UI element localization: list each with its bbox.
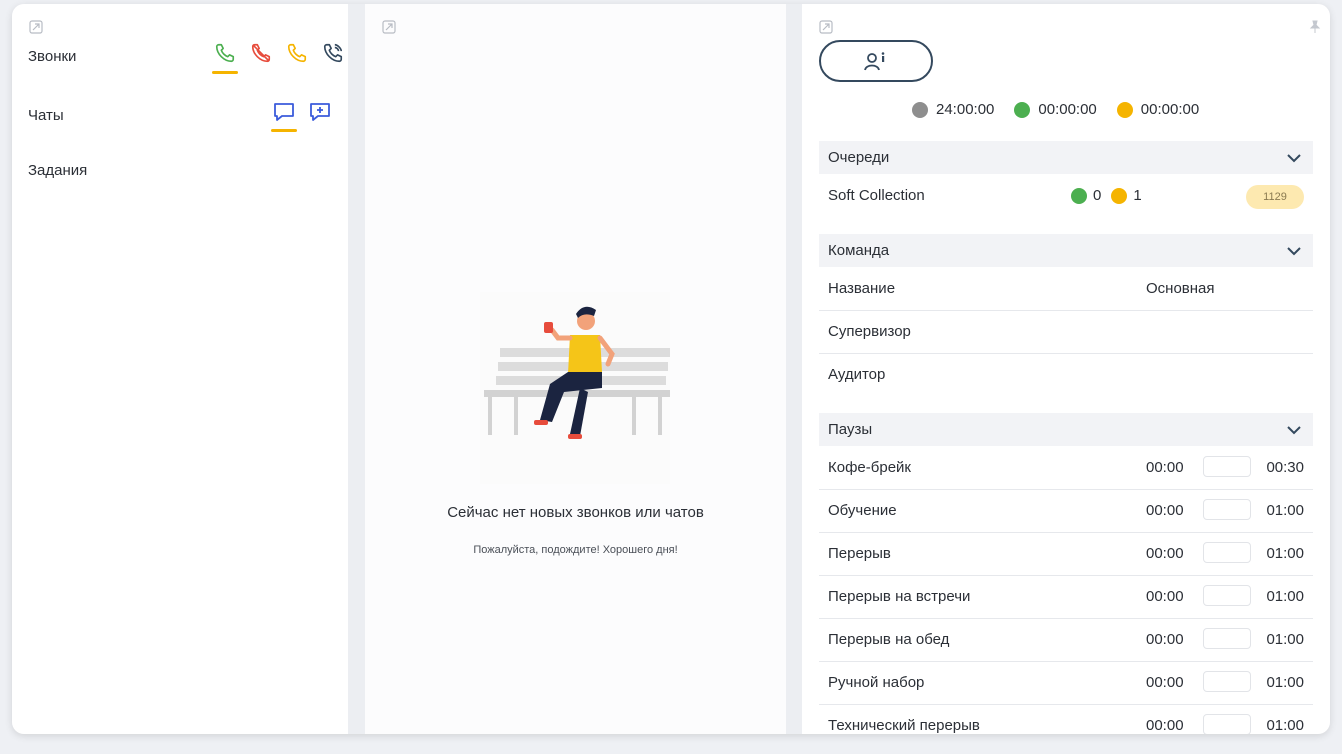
chevron-down-icon[interactable] xyxy=(1287,153,1301,163)
pause-name: Перерыв xyxy=(828,545,891,562)
queues-section-header[interactable]: Очереди xyxy=(819,141,1313,174)
pause-elapsed: 00:00 xyxy=(1146,459,1184,476)
queue-yellow-count: 1 xyxy=(1133,187,1142,204)
queue-counts: 0 1 xyxy=(1071,187,1142,204)
call-waiting-icon[interactable] xyxy=(284,42,310,70)
section-title: Паузы xyxy=(828,421,873,438)
calls-label[interactable]: Звонки xyxy=(28,48,76,65)
chevron-down-icon[interactable] xyxy=(1287,425,1301,435)
status-dot-green xyxy=(1014,101,1031,118)
pause-progress xyxy=(1203,456,1251,477)
pause-elapsed: 00:00 xyxy=(1146,631,1184,648)
pause-elapsed: 00:00 xyxy=(1146,717,1184,734)
team-row: Супервизор xyxy=(819,311,1313,354)
pause-progress xyxy=(1203,628,1251,649)
pause-row[interactable]: Технический перерыв 00:00 01:00 xyxy=(819,705,1313,734)
status-timers: 24:00:00 00:00:00 00:00:00 xyxy=(912,101,1199,118)
pause-name: Технический перерыв xyxy=(828,717,980,734)
pause-limit: 01:00 xyxy=(1266,674,1304,691)
queue-badge: 1129 xyxy=(1246,185,1304,209)
pause-name: Перерыв на обед xyxy=(828,631,950,648)
pause-row[interactable]: Перерыв 00:00 01:00 xyxy=(819,533,1313,576)
operator-status-button[interactable] xyxy=(819,40,933,82)
operator-info-icon xyxy=(864,52,885,71)
call-missed-icon[interactable] xyxy=(248,42,274,70)
queue-name: Soft Collection xyxy=(828,187,925,204)
team-field-value: Основная xyxy=(1146,280,1215,297)
timer-value: 00:00:00 xyxy=(1140,101,1200,118)
chats-icon-group xyxy=(271,100,333,132)
pause-name: Обучение xyxy=(828,502,897,519)
communications-panel: Звонки Чаты Задания xyxy=(12,4,348,734)
section-title: Очереди xyxy=(828,149,890,166)
pause-row[interactable]: Перерыв на встречи 00:00 01:00 xyxy=(819,576,1313,619)
pause-name: Ручной набор xyxy=(828,674,925,691)
pause-progress xyxy=(1203,585,1251,606)
pause-elapsed: 00:00 xyxy=(1146,674,1184,691)
section-title: Команда xyxy=(828,242,890,259)
calls-icon-group xyxy=(212,42,346,74)
conversation-panel: Сейчас нет новых звонков или чатов Пожал… xyxy=(365,4,786,734)
pause-progress xyxy=(1203,499,1251,520)
pauses-section-header[interactable]: Паузы xyxy=(819,413,1313,446)
timer-ready: 00:00:00 xyxy=(1014,101,1097,118)
pause-progress xyxy=(1203,714,1251,734)
pause-limit: 00:30 xyxy=(1266,459,1304,476)
queue-row: Soft Collection 0 1 1129 xyxy=(819,175,1313,218)
pause-progress xyxy=(1203,542,1251,563)
pause-row[interactable]: Обучение 00:00 01:00 xyxy=(819,490,1313,533)
empty-state-subtitle: Пожалуйста, подождите! Хорошего дня! xyxy=(473,544,678,556)
expand-icon[interactable] xyxy=(29,20,43,34)
chevron-down-icon[interactable] xyxy=(1287,246,1301,256)
queue-green-count: 0 xyxy=(1093,187,1102,204)
team-field-label: Супервизор xyxy=(828,323,911,340)
team-field-label: Аудитор xyxy=(828,366,886,383)
timer-busy: 00:00:00 xyxy=(1116,101,1200,118)
status-dot-green xyxy=(1071,187,1087,204)
pause-elapsed: 00:00 xyxy=(1146,502,1184,519)
app-window: Звонки Чаты Задания Сейчас нет новых зво… xyxy=(12,4,1330,734)
new-chat-icon[interactable] xyxy=(307,100,333,128)
call-incoming-icon[interactable] xyxy=(212,42,238,74)
waiting-illustration xyxy=(480,292,670,484)
team-row: Аудитор xyxy=(819,354,1313,397)
timer-value: 00:00:00 xyxy=(1038,101,1097,118)
pause-limit: 01:00 xyxy=(1266,717,1304,734)
pin-icon[interactable] xyxy=(1308,20,1322,34)
pause-name: Перерыв на встречи xyxy=(828,588,971,605)
pause-limit: 01:00 xyxy=(1266,588,1304,605)
tasks-label[interactable]: Задания xyxy=(28,162,87,179)
pause-elapsed: 00:00 xyxy=(1146,588,1184,605)
pause-progress xyxy=(1203,671,1251,692)
pause-limit: 01:00 xyxy=(1266,502,1304,519)
timer-offline: 24:00:00 xyxy=(912,101,994,118)
pause-name: Кофе-брейк xyxy=(828,459,911,476)
call-active-icon[interactable] xyxy=(320,42,346,70)
expand-icon[interactable] xyxy=(382,20,396,34)
pause-elapsed: 00:00 xyxy=(1146,545,1184,562)
operator-status-panel: 24:00:00 00:00:00 00:00:00 Очереди Soft … xyxy=(802,4,1330,734)
pause-row[interactable]: Перерыв на обед 00:00 01:00 xyxy=(819,619,1313,662)
expand-icon[interactable] xyxy=(819,20,833,34)
chat-icon[interactable] xyxy=(271,100,297,132)
status-dot-yellow xyxy=(1116,101,1133,118)
team-field-label: Название xyxy=(828,280,896,297)
status-dot-gray xyxy=(912,101,928,118)
pause-limit: 01:00 xyxy=(1266,545,1304,562)
chats-label[interactable]: Чаты xyxy=(28,107,64,124)
timer-value: 24:00:00 xyxy=(936,101,995,118)
pause-row[interactable]: Ручной набор 00:00 01:00 xyxy=(819,662,1313,705)
empty-state-title: Сейчас нет новых звонков или чатов xyxy=(447,504,704,521)
team-row: Название Основная xyxy=(819,268,1313,311)
team-section-header[interactable]: Команда xyxy=(819,234,1313,267)
status-dot-yellow xyxy=(1111,187,1128,204)
pause-row[interactable]: Кофе-брейк 00:00 00:30 xyxy=(819,447,1313,490)
pause-limit: 01:00 xyxy=(1266,631,1304,648)
